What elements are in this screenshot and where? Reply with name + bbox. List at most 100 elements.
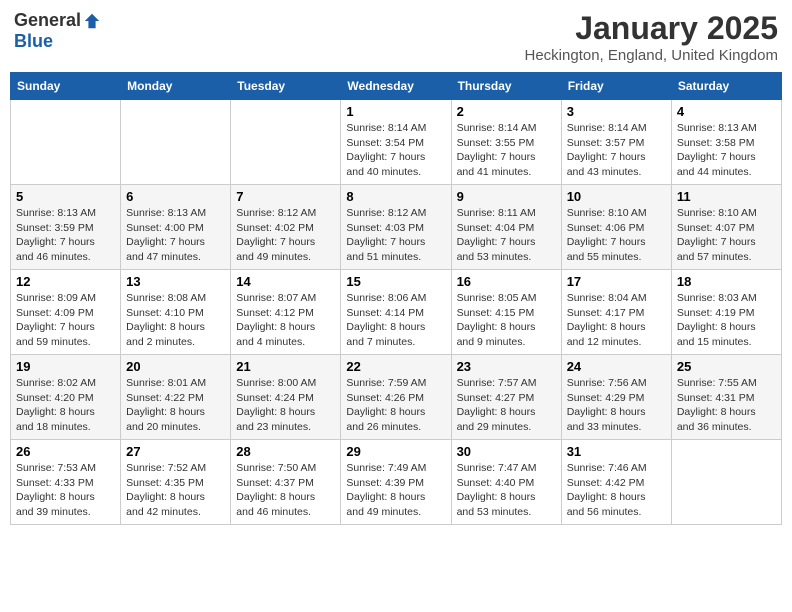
day-info: Sunrise: 7:57 AM Sunset: 4:27 PM Dayligh… bbox=[457, 376, 556, 435]
calendar-cell: 2 Sunrise: 8:14 AM Sunset: 3:55 PM Daylig… bbox=[451, 100, 561, 185]
day-info: Sunrise: 7:49 AM Sunset: 4:39 PM Dayligh… bbox=[346, 461, 445, 520]
weekday-header-tuesday: Tuesday bbox=[231, 73, 341, 100]
calendar-cell: 16Sunrise: 8:05 AM Sunset: 4:15 PM Dayli… bbox=[451, 270, 561, 355]
calendar-cell: 30 Sunrise: 7:47 AM Sunset: 4:40 PM Dayli… bbox=[451, 440, 561, 525]
day-info: Sunrise: 8:13 AM Sunset: 3:59 PM Dayligh… bbox=[16, 206, 115, 265]
calendar-cell: 15 Sunrise: 8:06 AM Sunset: 4:14 PM Dayli… bbox=[341, 270, 451, 355]
day-number: 15 bbox=[346, 274, 445, 289]
calendar-cell: 24Sunrise: 7:56 AM Sunset: 4:29 PM Dayli… bbox=[561, 355, 671, 440]
calendar-cell: 28Sunrise: 7:50 AM Sunset: 4:37 PM Dayli… bbox=[231, 440, 341, 525]
day-number: 27 bbox=[126, 444, 225, 459]
day-info: Sunrise: 8:11 AM Sunset: 4:04 PM Dayligh… bbox=[457, 206, 556, 265]
day-info: Sunrise: 8:14 AM Sunset: 3:55 PM Dayligh… bbox=[457, 121, 556, 180]
calendar-cell: 20Sunrise: 8:01 AM Sunset: 4:22 PM Dayli… bbox=[121, 355, 231, 440]
day-info: Sunrise: 8:00 AM Sunset: 4:24 PM Dayligh… bbox=[236, 376, 335, 435]
day-number: 24 bbox=[567, 359, 666, 374]
day-info: Sunrise: 8:07 AM Sunset: 4:12 PM Dayligh… bbox=[236, 291, 335, 350]
day-info: Sunrise: 8:01 AM Sunset: 4:22 PM Dayligh… bbox=[126, 376, 225, 435]
weekday-header-saturday: Saturday bbox=[671, 73, 781, 100]
day-number: 28 bbox=[236, 444, 335, 459]
day-info: Sunrise: 8:12 AM Sunset: 4:03 PM Dayligh… bbox=[346, 206, 445, 265]
day-info: Sunrise: 7:46 AM Sunset: 4:42 PM Dayligh… bbox=[567, 461, 666, 520]
day-number: 1 bbox=[346, 104, 445, 119]
calendar-cell: 21 Sunrise: 8:00 AM Sunset: 4:24 PM Dayli… bbox=[231, 355, 341, 440]
day-number: 2 bbox=[457, 104, 556, 119]
day-info: Sunrise: 8:03 AM Sunset: 4:19 PM Dayligh… bbox=[677, 291, 776, 350]
calendar-cell: 25 Sunrise: 7:55 AM Sunset: 4:31 PM Dayli… bbox=[671, 355, 781, 440]
logo-general-text: General bbox=[14, 10, 81, 31]
logo-blue-text: Blue bbox=[14, 31, 53, 52]
day-number: 14 bbox=[236, 274, 335, 289]
day-number: 29 bbox=[346, 444, 445, 459]
calendar-cell: 27 Sunrise: 7:52 AM Sunset: 4:35 PM Dayli… bbox=[121, 440, 231, 525]
calendar-cell: 4 Sunrise: 8:13 AM Sunset: 3:58 PM Daylig… bbox=[671, 100, 781, 185]
calendar-week-row: 1Sunrise: 8:14 AM Sunset: 3:54 PM Daylig… bbox=[11, 100, 782, 185]
calendar-cell bbox=[671, 440, 781, 525]
day-info: Sunrise: 8:06 AM Sunset: 4:14 PM Dayligh… bbox=[346, 291, 445, 350]
day-info: Sunrise: 8:10 AM Sunset: 4:07 PM Dayligh… bbox=[677, 206, 776, 265]
calendar-cell: 3 Sunrise: 8:14 AM Sunset: 3:57 PM Daylig… bbox=[561, 100, 671, 185]
day-number: 16 bbox=[457, 274, 556, 289]
day-number: 22 bbox=[346, 359, 445, 374]
day-info: Sunrise: 8:13 AM Sunset: 3:58 PM Dayligh… bbox=[677, 121, 776, 180]
day-number: 7 bbox=[236, 189, 335, 204]
day-number: 12 bbox=[16, 274, 115, 289]
calendar-cell bbox=[121, 100, 231, 185]
weekday-header-wednesday: Wednesday bbox=[341, 73, 451, 100]
month-title: January 2025 bbox=[525, 10, 779, 47]
day-info: Sunrise: 8:04 AM Sunset: 4:17 PM Dayligh… bbox=[567, 291, 666, 350]
calendar-cell: 22 Sunrise: 7:59 AM Sunset: 4:26 PM Dayli… bbox=[341, 355, 451, 440]
day-info: Sunrise: 7:59 AM Sunset: 4:26 PM Dayligh… bbox=[346, 376, 445, 435]
day-number: 30 bbox=[457, 444, 556, 459]
day-number: 10 bbox=[567, 189, 666, 204]
calendar-week-row: 12 Sunrise: 8:09 AM Sunset: 4:09 PM Dayli… bbox=[11, 270, 782, 355]
day-number: 11 bbox=[677, 189, 776, 204]
day-number: 19 bbox=[16, 359, 115, 374]
calendar-table: SundayMondayTuesdayWednesdayThursdayFrid… bbox=[10, 72, 782, 525]
day-info: Sunrise: 8:13 AM Sunset: 4:00 PM Dayligh… bbox=[126, 206, 225, 265]
calendar-cell: 17 Sunrise: 8:04 AM Sunset: 4:17 PM Dayli… bbox=[561, 270, 671, 355]
day-info: Sunrise: 8:14 AM Sunset: 3:57 PM Dayligh… bbox=[567, 121, 666, 180]
day-number: 8 bbox=[346, 189, 445, 204]
day-info: Sunrise: 8:12 AM Sunset: 4:02 PM Dayligh… bbox=[236, 206, 335, 265]
day-number: 9 bbox=[457, 189, 556, 204]
calendar-cell: 11 Sunrise: 8:10 AM Sunset: 4:07 PM Dayli… bbox=[671, 185, 781, 270]
logo: General Blue bbox=[14, 10, 101, 52]
day-number: 21 bbox=[236, 359, 335, 374]
day-info: Sunrise: 7:47 AM Sunset: 4:40 PM Dayligh… bbox=[457, 461, 556, 520]
day-number: 17 bbox=[567, 274, 666, 289]
calendar-cell: 13Sunrise: 8:08 AM Sunset: 4:10 PM Dayli… bbox=[121, 270, 231, 355]
page-header: General Blue January 2025 Heckington, En… bbox=[10, 10, 782, 64]
calendar-cell: 9 Sunrise: 8:11 AM Sunset: 4:04 PM Daylig… bbox=[451, 185, 561, 270]
calendar-cell: 1Sunrise: 8:14 AM Sunset: 3:54 PM Daylig… bbox=[341, 100, 451, 185]
calendar-cell: 14 Sunrise: 8:07 AM Sunset: 4:12 PM Dayli… bbox=[231, 270, 341, 355]
day-number: 4 bbox=[677, 104, 776, 119]
weekday-header-sunday: Sunday bbox=[11, 73, 121, 100]
day-info: Sunrise: 7:52 AM Sunset: 4:35 PM Dayligh… bbox=[126, 461, 225, 520]
day-info: Sunrise: 7:55 AM Sunset: 4:31 PM Dayligh… bbox=[677, 376, 776, 435]
logo-icon bbox=[83, 12, 101, 30]
calendar-week-row: 19 Sunrise: 8:02 AM Sunset: 4:20 PM Dayli… bbox=[11, 355, 782, 440]
day-info: Sunrise: 8:10 AM Sunset: 4:06 PM Dayligh… bbox=[567, 206, 666, 265]
calendar-cell: 8 Sunrise: 8:12 AM Sunset: 4:03 PM Daylig… bbox=[341, 185, 451, 270]
calendar-cell: 12 Sunrise: 8:09 AM Sunset: 4:09 PM Dayli… bbox=[11, 270, 121, 355]
weekday-header-row: SundayMondayTuesdayWednesdayThursdayFrid… bbox=[11, 73, 782, 100]
calendar-week-row: 26Sunrise: 7:53 AM Sunset: 4:33 PM Dayli… bbox=[11, 440, 782, 525]
calendar-cell: 31Sunrise: 7:46 AM Sunset: 4:42 PM Dayli… bbox=[561, 440, 671, 525]
day-info: Sunrise: 8:02 AM Sunset: 4:20 PM Dayligh… bbox=[16, 376, 115, 435]
calendar-cell: 23 Sunrise: 7:57 AM Sunset: 4:27 PM Dayli… bbox=[451, 355, 561, 440]
day-number: 3 bbox=[567, 104, 666, 119]
calendar-cell: 26Sunrise: 7:53 AM Sunset: 4:33 PM Dayli… bbox=[11, 440, 121, 525]
day-info: Sunrise: 8:09 AM Sunset: 4:09 PM Dayligh… bbox=[16, 291, 115, 350]
day-info: Sunrise: 8:08 AM Sunset: 4:10 PM Dayligh… bbox=[126, 291, 225, 350]
day-number: 6 bbox=[126, 189, 225, 204]
calendar-cell: 29 Sunrise: 7:49 AM Sunset: 4:39 PM Dayli… bbox=[341, 440, 451, 525]
day-number: 25 bbox=[677, 359, 776, 374]
day-number: 18 bbox=[677, 274, 776, 289]
weekday-header-monday: Monday bbox=[121, 73, 231, 100]
calendar-cell: 7 Sunrise: 8:12 AM Sunset: 4:02 PM Daylig… bbox=[231, 185, 341, 270]
day-number: 26 bbox=[16, 444, 115, 459]
calendar-cell: 6 Sunrise: 8:13 AM Sunset: 4:00 PM Daylig… bbox=[121, 185, 231, 270]
day-number: 23 bbox=[457, 359, 556, 374]
calendar-cell bbox=[11, 100, 121, 185]
